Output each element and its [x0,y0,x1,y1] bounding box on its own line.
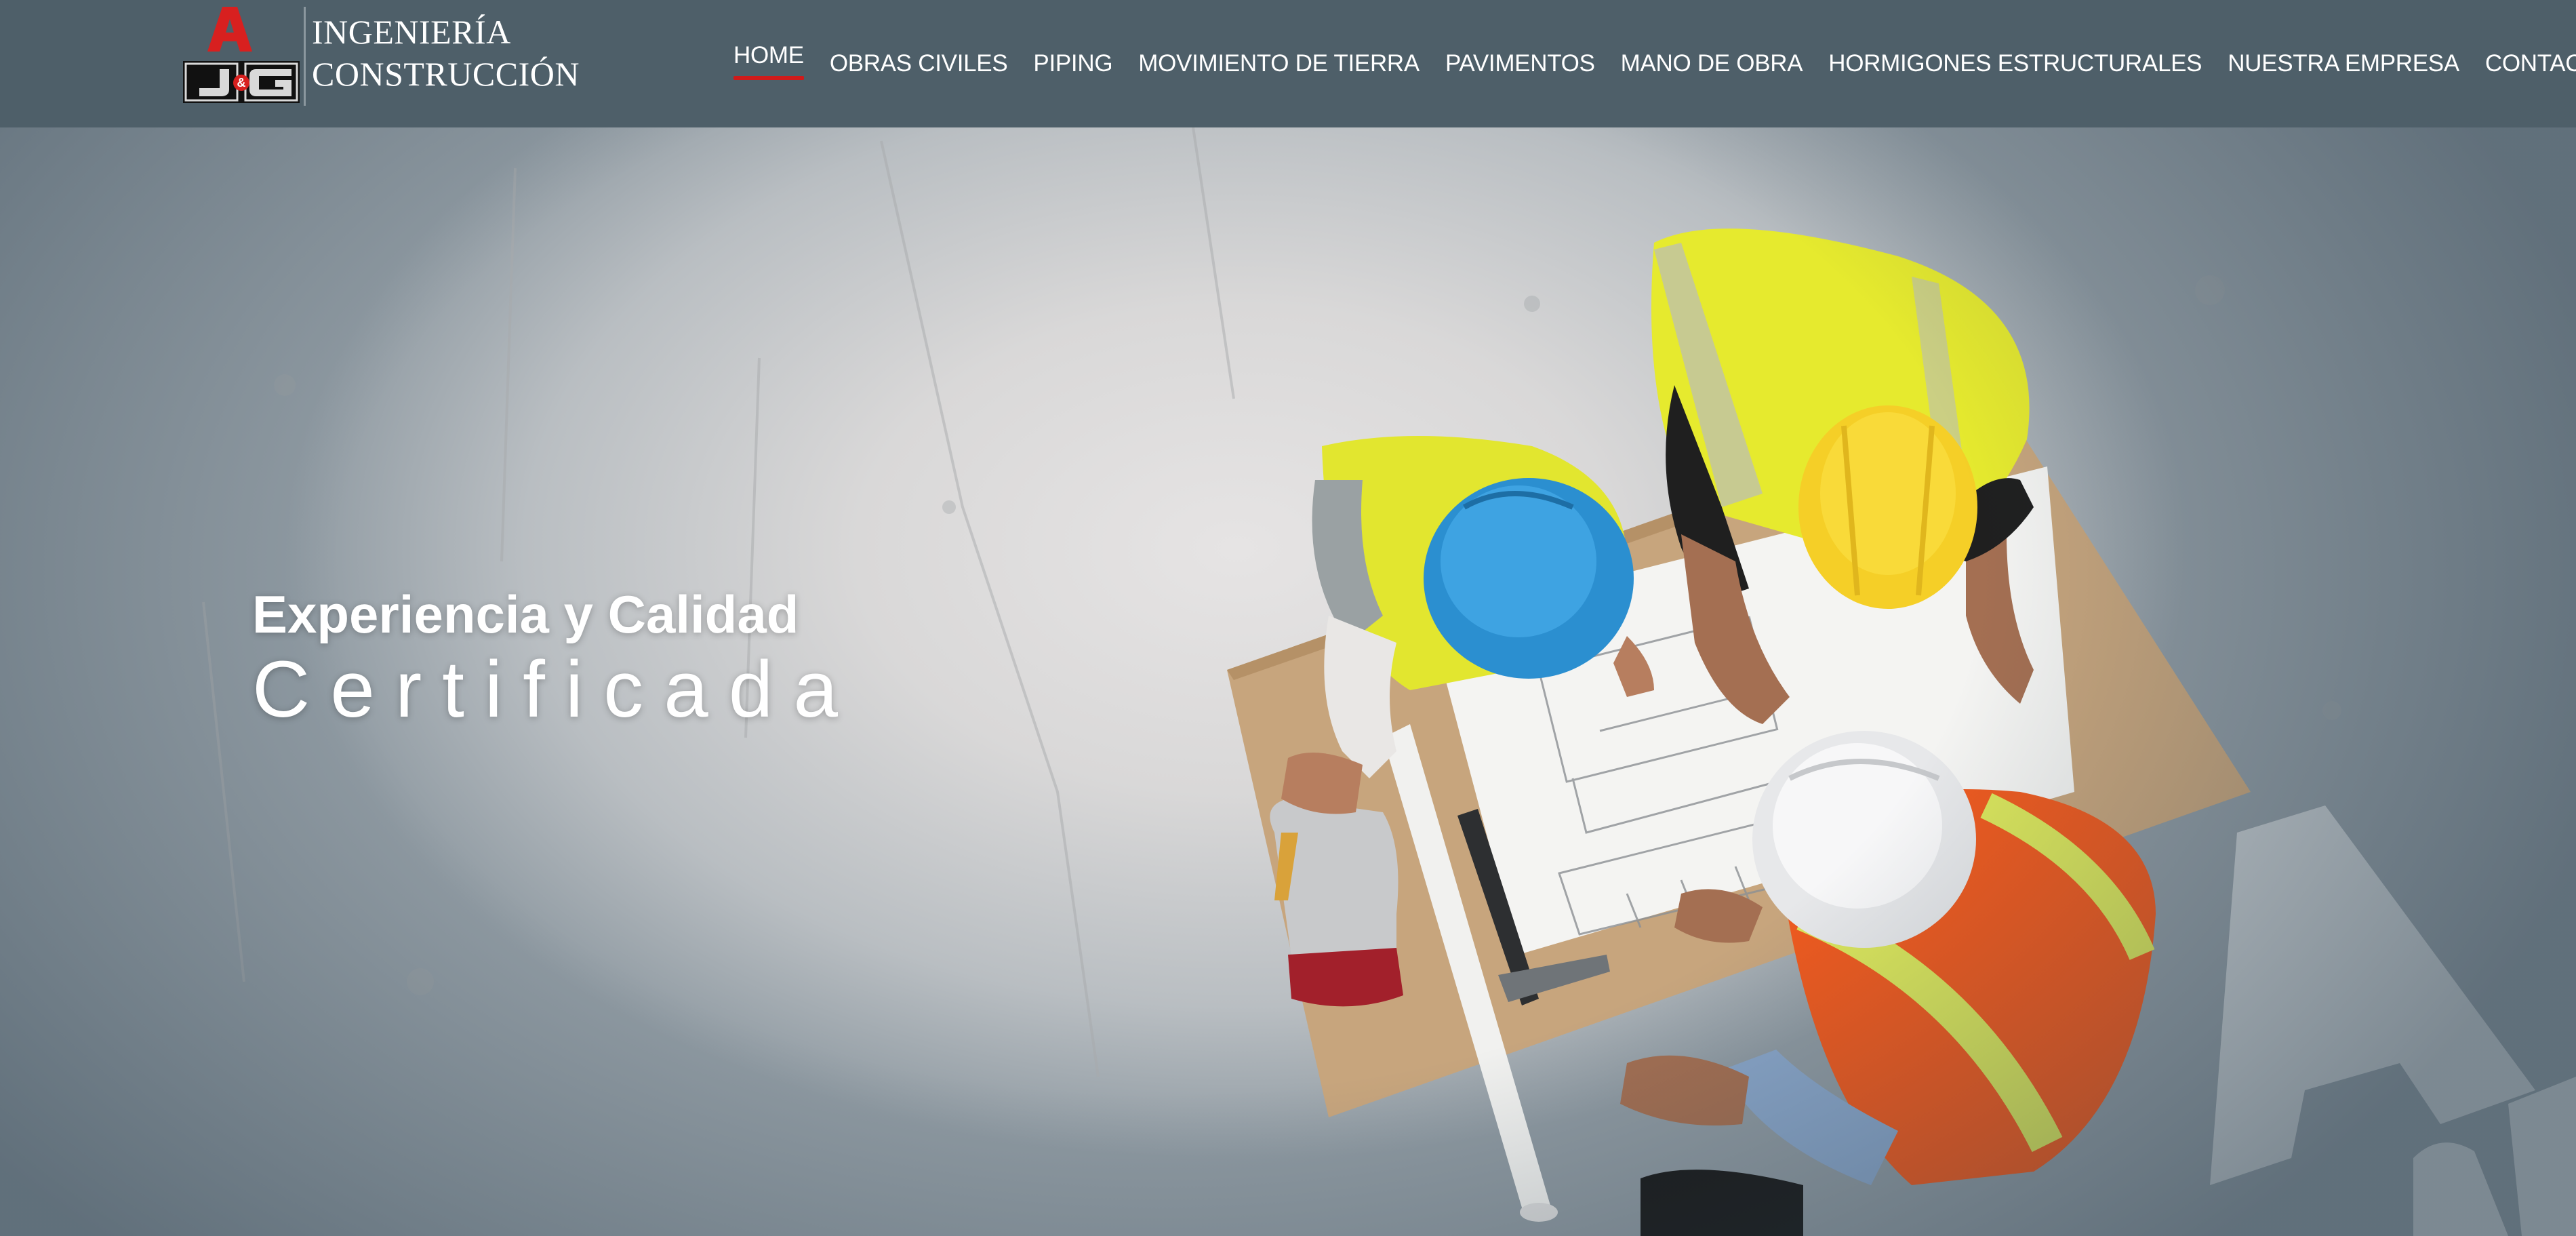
nav-movimiento-de-tierra[interactable]: MOVIMIENTO DE TIERRA [1138,50,1420,77]
logo-line-1: INGENIERÍA [312,13,511,51]
nav-hormigones-estructurales[interactable]: HORMIGONES ESTRUCTURALES [1828,50,2202,77]
page: & INGENIERÍA CONSTRUCCIÓN HOME OBRAS CIV… [0,0,2576,1236]
site-logo[interactable]: & INGENIERÍA CONSTRUCCIÓN [182,4,595,106]
work-gloves [1270,799,1403,1007]
tagline-line-1: Experiencia y Calidad [252,584,799,644]
nav-home[interactable]: HOME [733,42,804,80]
nav-obras-civiles[interactable]: OBRAS CIVILES [830,50,1008,77]
hero-tagline: Experiencia y Calidad Certificada [252,583,858,734]
logo-divider [304,7,306,106]
nav-piping[interactable]: PIPING [1033,50,1112,77]
hero-banner: Experiencia y Calidad Certificada [0,127,2576,1236]
svg-text:&: & [237,76,246,89]
logo-line-2: CONSTRUCCIÓN [312,55,580,93]
nav-pavimentos[interactable]: PAVIMENTOS [1445,50,1595,77]
watermark-logo [2210,805,2576,1236]
ag-logo-icon: & [183,7,300,103]
main-nav: HOME OBRAS CIVILES PIPING MOVIMIENTO DE … [733,0,2576,127]
nav-nuestra-empresa[interactable]: NUESTRA EMPRESA [2228,50,2459,77]
tagline-line-2: Certificada [252,645,859,734]
nav-mano-de-obra[interactable]: MANO DE OBRA [1621,50,1803,77]
site-header: & INGENIERÍA CONSTRUCCIÓN HOME OBRAS CIV… [0,0,2576,127]
logo-wordmark: INGENIERÍA CONSTRUCCIÓN [312,11,580,95]
nav-contacto[interactable]: CONTACTO [2485,50,2576,77]
